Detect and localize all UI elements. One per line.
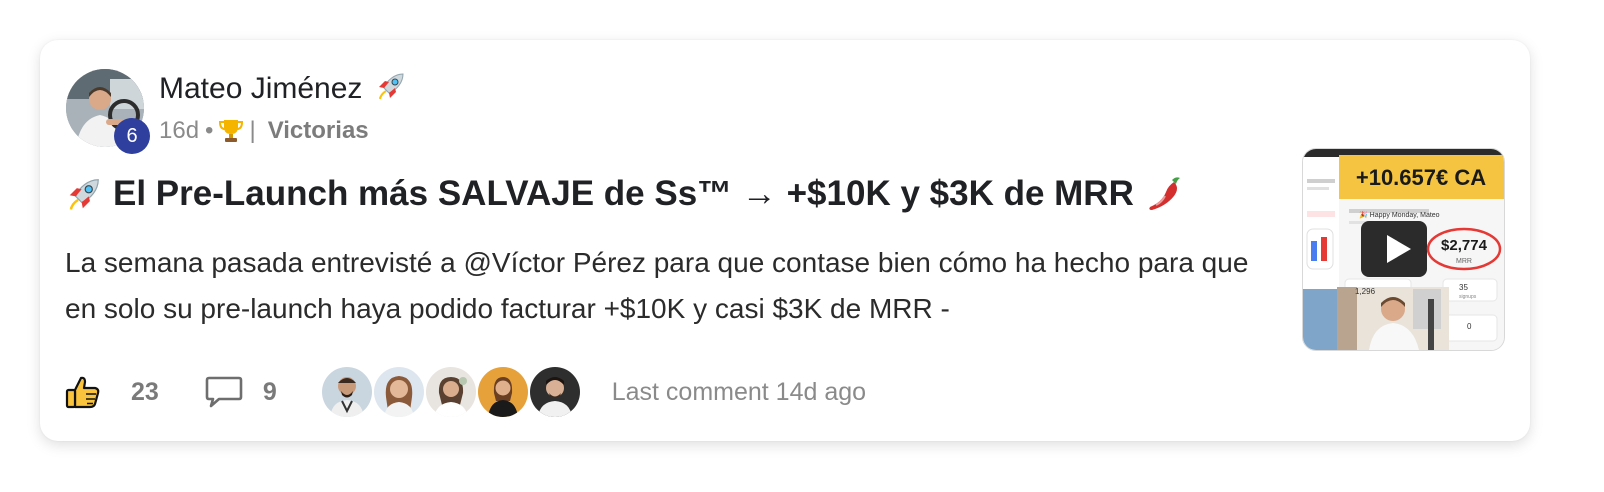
post-time: 16d bbox=[159, 117, 200, 144]
comment-count: 9 bbox=[262, 377, 277, 406]
commenter-avatars bbox=[319, 365, 582, 419]
comment-button[interactable]: 9 bbox=[205, 375, 277, 409]
rocket-emoji-icon bbox=[375, 70, 407, 113]
category-link[interactable]: Victorias bbox=[268, 115, 369, 147]
thumb-banner-text: +10.657€ CA bbox=[1356, 165, 1486, 190]
thumb-greeting: 🎉 Happy Monday, Mateo bbox=[1359, 210, 1440, 219]
like-button[interactable]: 23 bbox=[65, 374, 159, 410]
like-count: 23 bbox=[131, 377, 159, 406]
thumbs-up-icon bbox=[65, 374, 101, 410]
last-comment-time[interactable]: Last comment 14d ago bbox=[612, 378, 866, 407]
trophy-icon bbox=[219, 118, 244, 144]
author-name-text: Mateo Jiménez bbox=[159, 72, 363, 105]
commenter-avatar[interactable] bbox=[371, 365, 426, 419]
comment-bubble-icon bbox=[205, 375, 243, 409]
thumb-stat-2-label: signups bbox=[1459, 294, 1477, 300]
video-thumbnail[interactable]: +10.657€ CA $2,774 MRR 🎉 Happy Monday, M… bbox=[1302, 148, 1505, 351]
post-footer: 23 9 Last comment 14d ago bbox=[65, 365, 866, 419]
commenter-avatar[interactable] bbox=[423, 365, 478, 419]
thumb-stat-3: 0 bbox=[1467, 322, 1472, 331]
author-name[interactable]: Mateo Jiménez bbox=[159, 69, 407, 113]
meta-separator: | bbox=[249, 117, 256, 144]
commenter-avatar[interactable] bbox=[475, 365, 530, 419]
chili-pepper-icon bbox=[1144, 174, 1184, 214]
post-excerpt[interactable]: La semana pasada entrevisté a @Víctor Pé… bbox=[65, 240, 1265, 332]
post-meta: 16d • | Victorias bbox=[159, 115, 369, 147]
thumb-stat-2: 35 bbox=[1459, 283, 1468, 292]
commenter-avatar[interactable] bbox=[527, 365, 582, 419]
thumb-mrr-label: MRR bbox=[1456, 258, 1472, 265]
rocket-emoji-icon bbox=[65, 175, 103, 213]
meta-dot: • bbox=[205, 117, 214, 144]
post-title[interactable]: El Pre-Launch más SALVAJE de Ss™ → +$10K… bbox=[65, 171, 1184, 217]
level-badge: 6 bbox=[114, 118, 150, 154]
thumb-stat-1: 1,296 bbox=[1355, 287, 1376, 296]
thumb-mrr-value: $2,774 bbox=[1441, 237, 1488, 254]
post-title-text: El Pre-Launch más SALVAJE de Ss™ → +$10K… bbox=[113, 174, 1134, 213]
commenter-avatar[interactable] bbox=[319, 365, 374, 419]
post-card[interactable]: 6 Mateo Jiménez 16d • | Victorias El Pre… bbox=[40, 40, 1530, 441]
